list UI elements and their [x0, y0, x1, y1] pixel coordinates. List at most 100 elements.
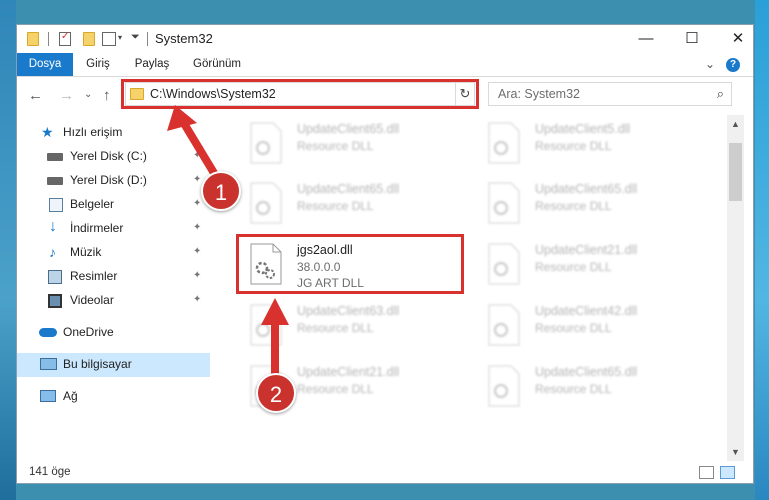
sidebar-item-onedrive[interactable]: OneDrive	[17, 321, 210, 345]
sidebar-item-network[interactable]: Ağ	[17, 385, 210, 409]
file-name: UpdateClient65.dll	[297, 122, 400, 136]
folder-icon	[130, 88, 144, 100]
new-folder-icon[interactable]	[83, 32, 95, 46]
tab-file[interactable]: Dosya	[17, 53, 73, 76]
sidebar-item-label: Ağ	[63, 389, 78, 403]
recent-locations-button[interactable]: ⌄	[84, 89, 92, 100]
chevron-down-icon[interactable]: ▾	[118, 33, 122, 42]
scroll-up-icon[interactable]: ▲	[731, 119, 740, 129]
details-view-icon[interactable]	[699, 466, 714, 479]
file-description: Resource DLL	[535, 199, 612, 213]
desktop-background-left	[0, 0, 16, 500]
step-marker-2: 2	[256, 373, 296, 413]
pin-icon[interactable]: ✦	[193, 246, 201, 257]
close-button[interactable]: ✕	[715, 25, 753, 53]
file-item[interactable]: UpdateClient65.dll Resource DLL	[477, 359, 707, 413]
file-name: UpdateClient63.dll	[297, 304, 400, 318]
file-item[interactable]: UpdateClient65.dll Resource DLL	[239, 116, 469, 170]
sidebar-item-drive-d[interactable]: Yerel Disk (D:) ✦	[17, 169, 210, 193]
sidebar-item-pictures[interactable]: Resimler ✦	[17, 265, 210, 289]
sidebar-item-music[interactable]: ♪ Müzik ✦	[17, 241, 210, 265]
file-item[interactable]: UpdateClient65.dll Resource DLL	[477, 176, 707, 230]
music-icon: ♪	[49, 244, 56, 260]
back-button[interactable]: ←	[28, 87, 43, 104]
sidebar-item-documents[interactable]: Belgeler ✦	[17, 193, 210, 217]
folder-icon	[27, 32, 39, 46]
up-button[interactable]: ↑	[103, 87, 111, 104]
cloud-icon	[39, 328, 57, 337]
dll-file-icon	[250, 122, 282, 164]
desktop-background-right	[755, 0, 769, 500]
navigation-pane: ★ Hızlı erişim Yerel Disk (C:) ✦ Yerel D…	[17, 115, 212, 461]
star-icon: ★	[41, 124, 54, 140]
file-version: 38.0.0.0	[297, 260, 341, 274]
title-bar: ✓ ▾ ⏷ System32 — ☐ ✕	[17, 25, 753, 53]
file-name: jgs2aol.dll	[297, 243, 353, 257]
divider	[48, 32, 49, 46]
sidebar-item-quick-access[interactable]: ★ Hızlı erişim	[17, 121, 210, 145]
drive-icon	[47, 177, 63, 185]
file-item[interactable]: UpdateClient5.dll Resource DLL	[477, 116, 707, 170]
address-path[interactable]: C:\Windows\System32	[150, 87, 276, 101]
file-explorer-window: ✓ ▾ ⏷ System32 — ☐ ✕ Dosya Giriş Paylaş …	[16, 24, 754, 484]
dll-file-icon	[488, 182, 520, 224]
file-description: Resource DLL	[535, 321, 612, 335]
tab-view[interactable]: Görünüm	[187, 53, 247, 76]
pin-icon[interactable]: ✦	[193, 150, 201, 161]
dll-file-icon	[488, 122, 520, 164]
scroll-down-icon[interactable]: ▼	[731, 447, 740, 457]
dll-file-icon	[250, 182, 282, 224]
large-icons-view-icon[interactable]	[720, 466, 735, 479]
pin-icon[interactable]: ✦	[193, 174, 201, 185]
sidebar-item-downloads[interactable]: ↓ İndirmeler ✦	[17, 217, 210, 241]
sidebar-item-label: Müzik	[70, 245, 102, 259]
scroll-thumb[interactable]	[729, 143, 742, 201]
pin-icon[interactable]: ✦	[193, 294, 201, 305]
tab-home[interactable]: Giriş	[77, 53, 119, 76]
status-bar: 141 öge	[17, 461, 753, 483]
sidebar-item-videos[interactable]: Videolar ✦	[17, 289, 210, 313]
sidebar-item-label: Videolar	[70, 293, 114, 307]
forward-button[interactable]: →	[59, 87, 74, 104]
window-title: System32	[155, 31, 213, 46]
refresh-button[interactable]: ↻	[455, 82, 475, 106]
file-item[interactable]: UpdateClient42.dll Resource DLL	[477, 298, 707, 352]
quick-access-dropdown-icon[interactable]: ⏷	[131, 31, 140, 44]
sidebar-item-label: Belgeler	[70, 197, 115, 211]
search-icon[interactable]: ⌕	[717, 86, 724, 102]
search-input[interactable]: Ara: System32 ⌕	[488, 82, 732, 106]
address-bar[interactable]: C:\Windows\System32 ⌄	[125, 82, 475, 106]
ribbon-expand-icon[interactable]: ⌄	[705, 57, 715, 71]
properties-icon[interactable]: ✓	[59, 31, 71, 46]
sidebar-item-this-pc[interactable]: Bu bilgisayar	[17, 353, 210, 377]
pin-icon[interactable]: ✦	[193, 270, 201, 281]
file-description: JG ART DLL	[297, 276, 364, 290]
sidebar-item-label: Yerel Disk (C:)	[70, 149, 147, 163]
file-item[interactable]: UpdateClient63.dll Resource DLL	[239, 298, 469, 352]
sidebar-item-drive-c[interactable]: Yerel Disk (C:) ✦	[17, 145, 210, 169]
file-description: Resource DLL	[297, 321, 374, 335]
documents-icon	[49, 198, 63, 212]
customize-quick-access-icon[interactable]	[102, 32, 116, 46]
network-icon	[40, 390, 56, 402]
vertical-scrollbar[interactable]: ▲ ▼	[727, 115, 744, 461]
pin-icon[interactable]: ✦	[193, 198, 201, 209]
file-item[interactable]: UpdateClient21.dll Resource DLL	[477, 237, 707, 291]
minimize-button[interactable]: —	[623, 25, 669, 53]
maximize-button[interactable]: ☐	[669, 25, 715, 53]
sidebar-item-label: Bu bilgisayar	[63, 357, 132, 371]
sidebar-item-label: OneDrive	[63, 325, 114, 339]
file-item-jgs2aol[interactable]: jgs2aol.dll 38.0.0.0 JG ART DLL	[239, 237, 469, 291]
file-description: Resource DLL	[535, 260, 612, 274]
file-item[interactable]: UpdateClient65.dll Resource DLL	[239, 176, 469, 230]
dll-file-icon	[250, 304, 282, 346]
help-icon[interactable]: ?	[726, 58, 740, 72]
dll-file-icon	[488, 243, 520, 285]
video-icon	[48, 294, 62, 308]
file-name: UpdateClient5.dll	[535, 122, 631, 136]
pin-icon[interactable]: ✦	[193, 222, 201, 233]
file-name: UpdateClient65.dll	[297, 182, 400, 196]
tab-share[interactable]: Paylaş	[129, 53, 175, 76]
download-icon: ↓	[49, 218, 57, 235]
file-name: UpdateClient65.dll	[535, 365, 638, 379]
